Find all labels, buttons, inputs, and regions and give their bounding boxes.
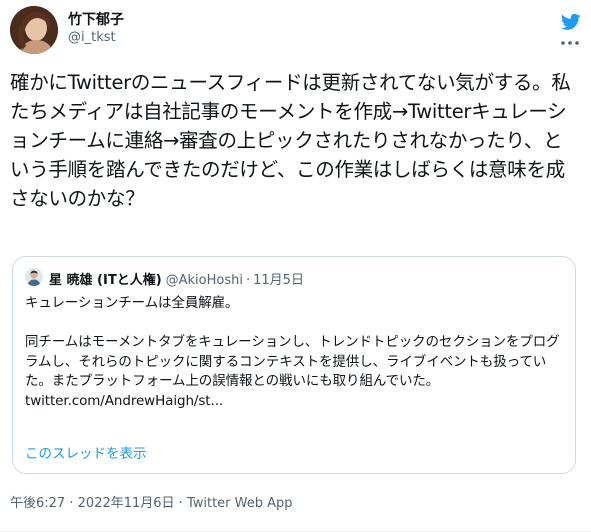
- quoted-text-line1: キュレーションチームは全員解雇。: [25, 295, 239, 311]
- quoted-text-line2: 同チームはモーメントタブをキュレーションし、トレンドトピックのセクションをプログ…: [25, 334, 560, 389]
- quoted-avatar-image: [25, 268, 43, 286]
- quoted-link[interactable]: twitter.com/AndrewHaigh/st...: [25, 392, 565, 412]
- quoted-header: 星 暁雄 (ITと人権) @AkioHoshi · 11月5日: [49, 269, 304, 288]
- author-avatar[interactable]: [10, 6, 58, 54]
- tweet-date[interactable]: 2022年11月6日: [78, 496, 175, 511]
- quoted-tweet[interactable]: 星 暁雄 (ITと人権) @AkioHoshi · 11月5日 キュレーションチームは…: [12, 256, 576, 474]
- quoted-separator: ·: [245, 273, 251, 288]
- tweet-card: 竹下郁子 @i_tkst 確かにTwitterのニュースフィードは更新されてない…: [0, 0, 591, 532]
- meta-separator-2: ·: [178, 496, 183, 511]
- quoted-text-gap: [25, 314, 565, 334]
- twitter-bird-icon[interactable]: [561, 12, 581, 32]
- quoted-display-name[interactable]: 星 暁雄 (ITと人権): [49, 273, 162, 288]
- tweet-time[interactable]: 午後6:27: [10, 496, 65, 511]
- author-handle[interactable]: @i_tkst: [68, 30, 116, 45]
- quoted-handle[interactable]: @AkioHoshi: [166, 273, 243, 288]
- tweet-source[interactable]: Twitter Web App: [187, 496, 293, 511]
- meta-separator-1: ·: [69, 496, 74, 511]
- author-display-name[interactable]: 竹下郁子: [68, 9, 124, 29]
- show-thread-link[interactable]: このスレッドを表示: [25, 442, 147, 462]
- quoted-date[interactable]: 11月5日: [253, 273, 304, 288]
- avatar-image: [10, 6, 58, 54]
- tweet-text: 確かにTwitterのニュースフィードは更新されてない気がする。私たちメディアは…: [10, 71, 571, 210]
- quoted-author-avatar[interactable]: [25, 268, 43, 286]
- tweet-meta: 午後6:27 · 2022年11月6日 · Twitter Web App: [10, 492, 293, 511]
- more-dots-icon[interactable]: [559, 36, 581, 50]
- quoted-text: キュレーションチームは全員解雇。 同チームはモーメントタブをキュレーションし、ト…: [25, 294, 565, 411]
